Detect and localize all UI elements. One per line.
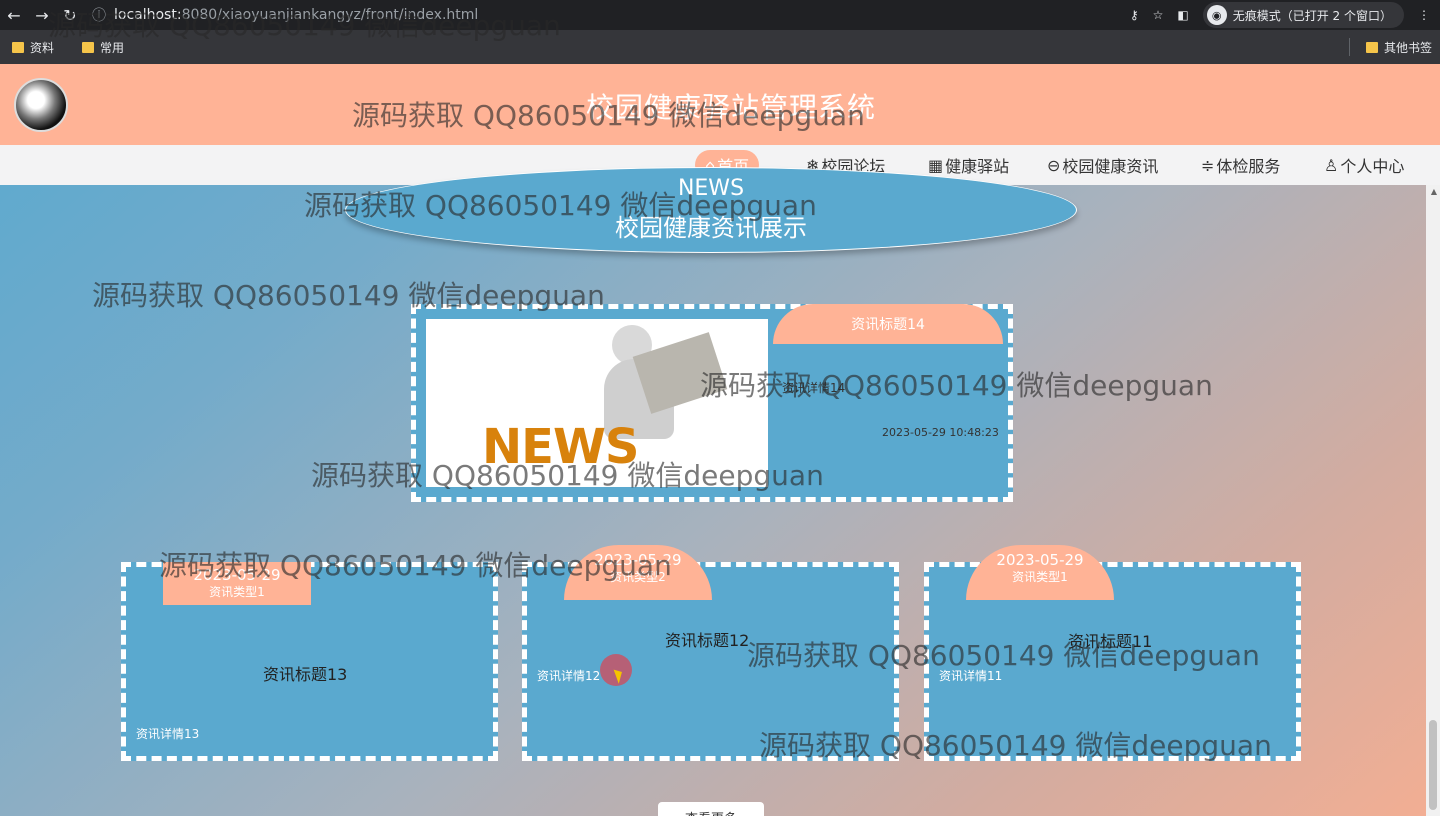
news-image-word: NEWS	[482, 419, 639, 475]
browser-toolbar: ← → ↻ ⓘ localhost:8080/xiaoyuanjiankangy…	[0, 0, 1440, 30]
section-heading-cn: 校园健康资讯展示	[615, 214, 807, 242]
nav-checkup[interactable]: ≑ 体检服务	[1201, 150, 1280, 180]
card-type: 资讯类型1	[209, 585, 265, 599]
incognito-icon: ◉	[1206, 5, 1227, 25]
page-scrollbar[interactable]: ▲	[1426, 185, 1440, 816]
site-header: 校园健康驿站管理系统	[0, 64, 1440, 145]
card-date: 2023-05-29	[193, 566, 281, 584]
card-detail: 资讯详情11	[939, 669, 1003, 683]
card-detail: 资讯详情13	[136, 727, 200, 741]
site-title: 校园健康驿站管理系统	[586, 91, 877, 124]
card-title: 资讯标题12	[665, 631, 750, 650]
nav-label: 个人中心	[1340, 157, 1405, 176]
featured-date: 2023-05-29 10:48:23	[882, 426, 999, 439]
featured-title[interactable]: 资讯标题14	[773, 304, 1003, 344]
bookmark-label: 资料	[30, 40, 55, 55]
card-date: 2023-05-29	[594, 551, 682, 569]
reload-icon[interactable]: ↻	[56, 1, 84, 29]
forward-icon[interactable]: →	[28, 1, 56, 29]
folder-icon	[82, 41, 95, 53]
url-host: localhost:	[114, 7, 182, 23]
bookmark-label: 常用	[100, 40, 125, 55]
bookmarks-bar: 资料 常用 其他书签	[0, 30, 1440, 64]
section-heading-en: NEWS	[677, 176, 745, 201]
nav-label: 校园健康资讯	[1062, 157, 1159, 176]
grid-icon: ▦	[928, 155, 944, 175]
sidepanel-icon[interactable]: ◧	[1177, 8, 1188, 22]
featured-detail: 资讯详情14	[782, 381, 846, 395]
card-title: 资讯标题11	[1068, 632, 1153, 651]
star-icon[interactable]: ☆	[1153, 8, 1164, 22]
incognito-label: 无痕模式（已打开 2 个窗口）	[1232, 8, 1392, 23]
key-icon[interactable]: ⚷	[1130, 8, 1139, 22]
news-image[interactable]: NEWS	[426, 319, 768, 487]
card-type: 资讯类型1	[1012, 570, 1068, 584]
other-bookmarks-label: 其他书签	[1383, 40, 1432, 55]
folder-icon	[1365, 41, 1378, 53]
card-type: 资讯类型2	[610, 570, 666, 584]
section-heading: NEWS 校园健康资讯展示	[345, 167, 1077, 253]
card-tag: 2023-05-29 资讯类型2	[564, 545, 712, 600]
site-logo[interactable]	[14, 78, 68, 132]
menu-icon[interactable]: ⋮	[1418, 8, 1430, 22]
news-card[interactable]: 2023-05-29 资讯类型1 资讯标题11 资讯详情11	[924, 545, 1301, 761]
featured-news-card[interactable]: NEWS 资讯标题14 资讯详情14 2023-05-29 10:48:23	[411, 304, 1013, 502]
bookmark-folder[interactable]: 常用	[82, 39, 124, 56]
view-more-button[interactable]: 查看更多	[658, 802, 764, 816]
other-bookmarks[interactable]: 其他书签	[1348, 30, 1432, 64]
address-bar[interactable]: ⓘ localhost:8080/xiaoyuanjiankangyz/fron…	[92, 5, 478, 25]
page-viewport: 校园健康驿站管理系统 ⌂首页 ❄校园论坛 ▦健康驿站 ⊖校园健康资讯 ≑体检服务…	[0, 64, 1440, 816]
news-card[interactable]: 2023-05-29 资讯类型1 资讯标题13 资讯详情13	[121, 562, 498, 761]
info-icon[interactable]: ⓘ	[92, 5, 106, 25]
sliders-icon: ≑	[1201, 155, 1215, 175]
scroll-up-icon[interactable]: ▲	[1431, 187, 1437, 196]
url-path: 8080/xiaoyuanjiankangyz/front/index.html	[181, 7, 479, 23]
card-date: 2023-05-29	[996, 551, 1084, 569]
card-title: 资讯标题13	[263, 665, 348, 684]
incognito-badge[interactable]: ◉ 无痕模式（已打开 2 个窗口）	[1202, 2, 1404, 28]
folder-icon	[12, 41, 24, 53]
news-card[interactable]: 2023-05-29 资讯类型2 资讯标题12 资讯详情12	[522, 545, 899, 761]
nav-label: 健康驿站	[945, 157, 1010, 176]
card-tag: 2023-05-29 资讯类型1	[966, 545, 1114, 600]
nav-label: 体检服务	[1216, 157, 1281, 176]
printer-icon: ⊖	[1047, 155, 1061, 175]
separator	[1348, 38, 1350, 56]
card-detail: 资讯详情12	[537, 669, 601, 683]
user-icon: ♙	[1324, 155, 1339, 175]
bookmark-folder[interactable]: 资料	[12, 39, 54, 56]
nav-profile[interactable]: ♙ 个人中心	[1324, 150, 1404, 180]
card-tag: 2023-05-29 资讯类型1	[163, 562, 311, 605]
scroll-thumb[interactable]	[1429, 720, 1437, 810]
back-icon[interactable]: ←	[0, 1, 28, 29]
